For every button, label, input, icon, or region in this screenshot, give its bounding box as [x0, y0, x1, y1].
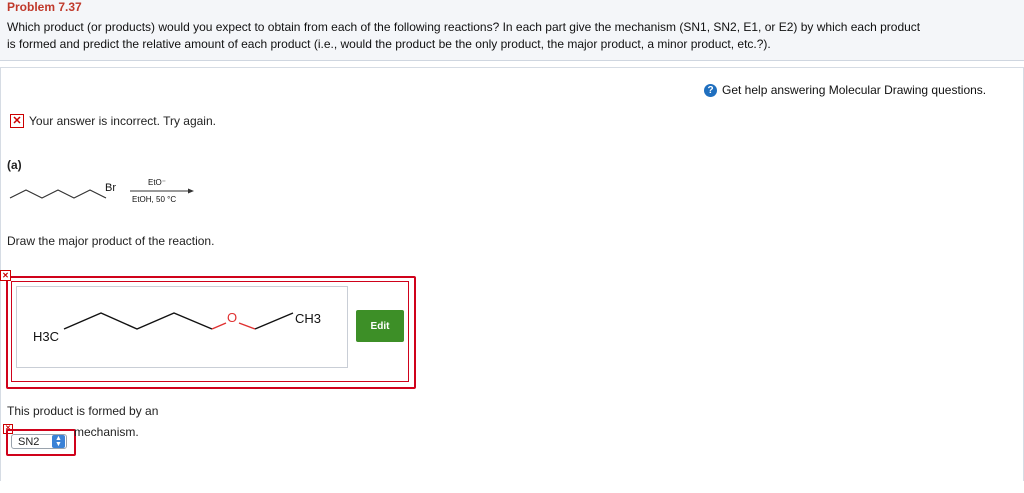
oxygen-label: O: [227, 310, 237, 325]
arrow-head: [188, 188, 194, 194]
problem-header: Problem 7.37 Which product (or products)…: [0, 0, 1024, 61]
mechanism-prefix: This product is formed by an: [7, 404, 159, 418]
o-c-bond: [238, 322, 256, 330]
answer-error-icon: ✕: [0, 270, 11, 281]
mechanism-select-frame: SN2 ▲ ▼: [6, 429, 76, 456]
incorrect-feedback: ✕ Your answer is incorrect. Try again.: [10, 114, 216, 128]
bromine-label: Br: [105, 182, 116, 194]
edit-button[interactable]: Edit: [356, 310, 404, 342]
draw-prompt: Draw the major product of the reaction.: [7, 234, 215, 248]
question-line-2: is formed and predict the relative amoun…: [7, 37, 771, 51]
select-arrows-icon: ▲ ▼: [52, 435, 65, 448]
ethyl-bond: [254, 312, 294, 330]
c-o-bond: [211, 322, 227, 330]
answer-panel: [0, 67, 1024, 481]
x-icon: ✕: [10, 114, 24, 128]
alkyl-chain: [9, 189, 107, 199]
reagent-top: EtO⁻: [148, 178, 166, 187]
question-icon: ?: [704, 83, 717, 97]
reaction-scheme: Br EtO⁻ EtOH, 50 °C: [9, 178, 194, 204]
part-label: (a): [7, 158, 22, 172]
ch3-label: CH3: [295, 311, 321, 326]
mechanism-select[interactable]: SN2 ▲ ▼: [11, 434, 67, 449]
incorrect-text: Your answer is incorrect. Try again.: [29, 114, 216, 128]
help-label: Get help answering Molecular Drawing que…: [722, 83, 987, 97]
question-line-1: Which product (or products) would you ex…: [7, 20, 921, 34]
help-link[interactable]: ? Get help answering Molecular Drawing q…: [704, 83, 986, 97]
problem-question: Which product (or products) would you ex…: [7, 19, 1017, 53]
mechanism-selected: SN2: [18, 435, 40, 448]
mechanism-suffix: mechanism.: [74, 425, 139, 439]
reagent-bottom: EtOH, 50 °C: [132, 195, 176, 204]
problem-title: Problem 7.37: [7, 0, 82, 14]
product-structure: H3C O CH3: [33, 310, 321, 344]
h3c-label: H3C: [33, 329, 59, 344]
product-chain-left: [63, 312, 213, 330]
molecule-canvas[interactable]: H3C O CH3: [16, 286, 348, 368]
